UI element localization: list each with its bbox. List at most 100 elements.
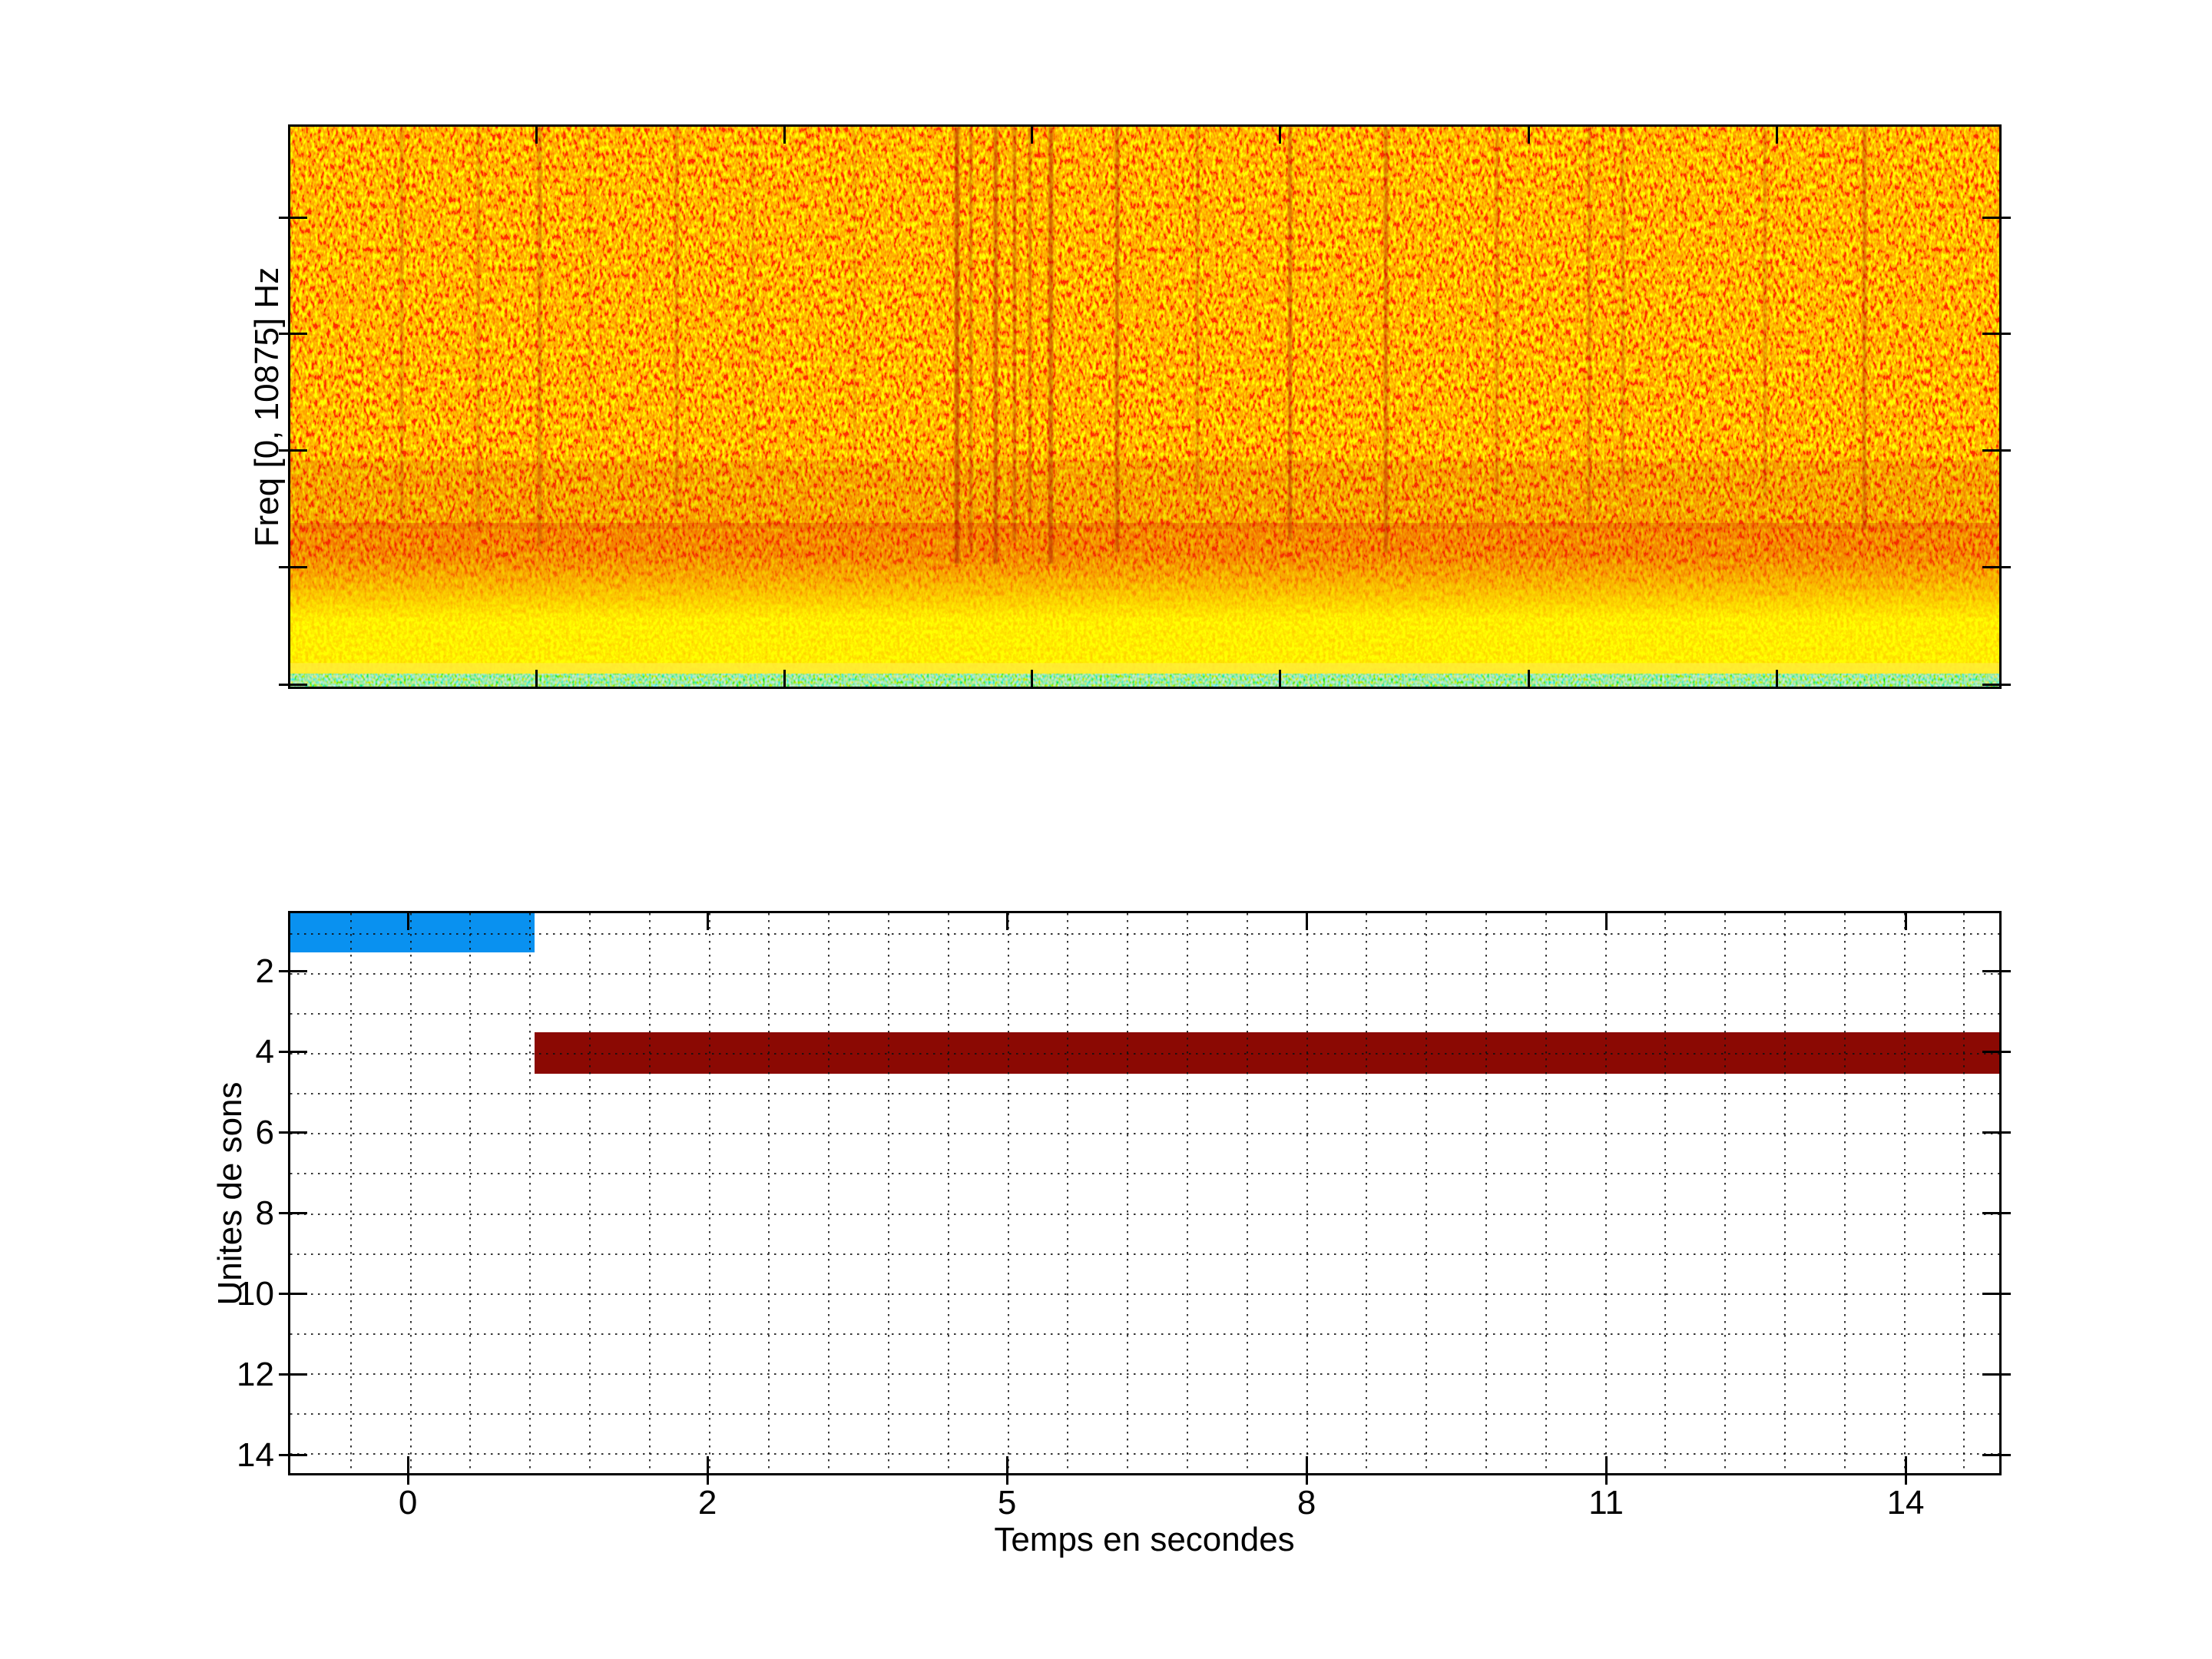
grid-line-vertical — [1783, 913, 1786, 1473]
spectral-streak — [399, 127, 403, 519]
spectrogram-left-tick — [279, 683, 307, 686]
grid-line-vertical — [768, 913, 770, 1473]
y-tick-label: 2 — [255, 952, 274, 990]
spectral-streak — [1028, 127, 1032, 519]
timeline-bottom-tick — [1604, 1456, 1608, 1485]
grid-line-vertical — [648, 913, 651, 1473]
grid-line-vertical — [1007, 913, 1009, 1473]
spectral-streak — [994, 127, 998, 564]
grid-line-horizontal — [290, 973, 1999, 975]
spectral-streak — [1621, 127, 1625, 485]
timeline-right-tick — [1982, 1131, 2011, 1134]
timeline-right-tick — [1982, 1212, 2011, 1215]
grid-line-vertical — [1306, 913, 1308, 1473]
spectrogram-bottom-tick — [535, 670, 538, 689]
timeline-right-tick — [1982, 1293, 2011, 1296]
grid-line-horizontal — [290, 933, 1999, 935]
grid-line-vertical — [1843, 913, 1846, 1473]
grid-line-vertical — [1127, 913, 1129, 1473]
spectrogram-right-tick — [1982, 333, 2011, 336]
timeline-bottom-tick — [1005, 1456, 1008, 1485]
spectrogram-right-tick — [1982, 216, 2011, 219]
grid-line-vertical — [887, 913, 889, 1473]
grid-line-vertical — [1246, 913, 1248, 1473]
spectrogram-left-tick — [279, 566, 307, 569]
spectral-streak — [752, 127, 755, 463]
timeline-left-tick — [279, 1131, 307, 1134]
spectrogram-bottom-tick — [1527, 670, 1530, 689]
spectral-streak — [538, 127, 542, 547]
grid-line-horizontal — [290, 1253, 1999, 1255]
spectral-streak — [1383, 127, 1388, 553]
x-tick-label: 11 — [1588, 1484, 1624, 1522]
spectrogram-bottom-tick — [783, 670, 786, 689]
spectrogram-top-tick — [783, 124, 786, 144]
figure-canvas: Freq [0, 10875] Hz Unites de sons Temps … — [0, 0, 2212, 1659]
timeline-plot-area — [290, 913, 1999, 1473]
spectral-streak — [969, 127, 972, 553]
grid-line-vertical — [1903, 913, 1906, 1473]
y-tick-label: 12 — [237, 1355, 274, 1393]
timeline-right-tick — [1982, 1454, 2011, 1457]
timeline-left-tick — [279, 970, 307, 973]
grid-line-vertical — [1426, 913, 1428, 1473]
timeline-left-tick — [279, 1454, 307, 1457]
y-tick-label: 4 — [255, 1032, 274, 1071]
timeline-ylabel: Unites de sons — [211, 1081, 249, 1306]
grid-line-vertical — [1485, 913, 1487, 1473]
x-tick-label: 2 — [697, 1484, 717, 1522]
spectrogram-left-tick — [279, 333, 307, 336]
grid-line-vertical — [588, 913, 591, 1473]
grid-line-horizontal — [290, 1373, 1999, 1375]
spectral-streak — [1495, 127, 1498, 497]
timeline-bottom-tick — [1305, 1456, 1308, 1485]
timeline-top-tick — [706, 911, 709, 930]
x-tick-label: 14 — [1886, 1484, 1925, 1522]
grid-line-horizontal — [290, 1213, 1999, 1215]
timeline-left-tick — [279, 1293, 307, 1296]
grid-line-vertical — [1067, 913, 1069, 1473]
spectrogram-bottom-tick — [1279, 670, 1282, 689]
timeline-right-tick — [1982, 1051, 2011, 1054]
spectral-streak — [1763, 127, 1767, 497]
grid-line-horizontal — [290, 1293, 1999, 1295]
x-tick-label: 5 — [997, 1484, 1017, 1522]
grid-line-vertical — [1963, 913, 1965, 1473]
grid-line-vertical — [708, 913, 710, 1473]
spectrogram-axes — [288, 124, 2002, 689]
timeline-top-tick — [1904, 911, 1907, 930]
spectrogram-top-tick — [535, 124, 538, 144]
spectrogram-top-tick — [1279, 124, 1282, 144]
grid-line-horizontal — [290, 1093, 1999, 1095]
spectrogram-image — [290, 127, 1999, 687]
timeline-top-tick — [1604, 911, 1608, 930]
grid-line-vertical — [828, 913, 830, 1473]
spectrogram-ylabel: Freq [0, 10875] Hz — [248, 267, 286, 548]
grid-line-vertical — [1366, 913, 1368, 1473]
x-tick-label: 0 — [398, 1484, 418, 1522]
grid-line-horizontal — [290, 1173, 1999, 1175]
spectral-streak — [476, 127, 480, 530]
y-tick-label: 8 — [255, 1194, 274, 1232]
grid-line-vertical — [409, 913, 412, 1473]
spectrogram-right-tick — [1982, 683, 2011, 686]
spectrogram-top-tick — [1527, 124, 1530, 144]
grid-line-horizontal — [290, 1133, 1999, 1135]
grid-line-vertical — [947, 913, 949, 1473]
grid-line-horizontal — [290, 1452, 1999, 1455]
grid-line-vertical — [1545, 913, 1547, 1473]
timeline-right-tick — [1982, 1373, 2011, 1376]
grid-line-vertical — [1604, 913, 1607, 1473]
spectral-streak — [1588, 127, 1591, 519]
grid-line-vertical — [1724, 913, 1727, 1473]
timeline-bottom-tick — [1904, 1456, 1907, 1485]
grid-line-vertical — [349, 913, 352, 1473]
spectrogram-bottom-tick — [1776, 670, 1779, 689]
grid-line-horizontal — [290, 1053, 1999, 1055]
y-tick-label: 14 — [237, 1435, 274, 1474]
x-tick-label: 8 — [1296, 1484, 1316, 1522]
spectrogram-right-tick — [1982, 449, 2011, 452]
spectrogram-right-tick — [1982, 566, 2011, 569]
timeline-top-tick — [1005, 911, 1008, 930]
spectral-streak — [1013, 127, 1017, 541]
